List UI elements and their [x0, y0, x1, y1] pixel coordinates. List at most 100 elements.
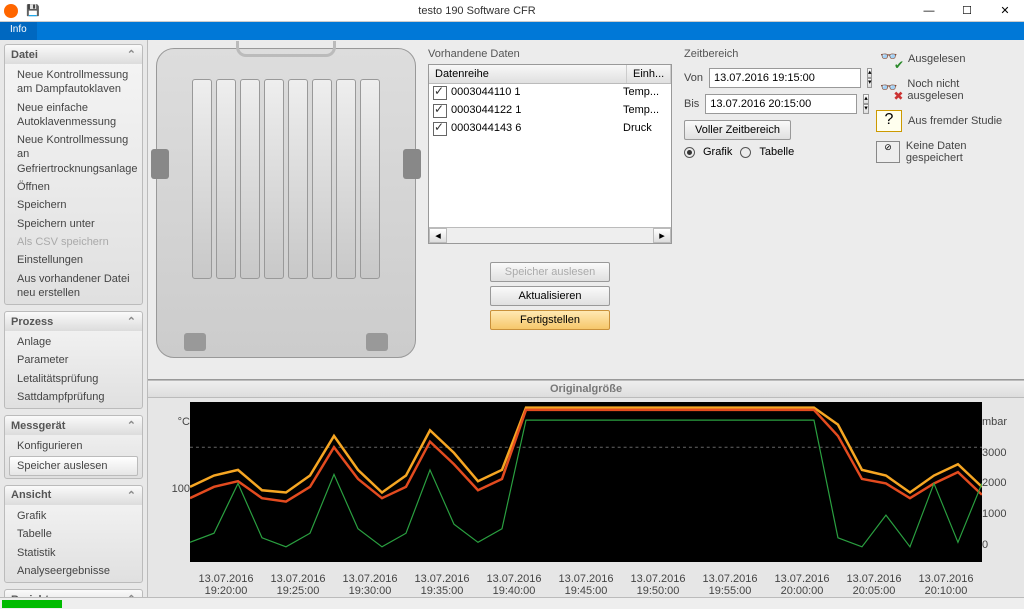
sidebar-item[interactable]: Tabelle — [5, 525, 142, 543]
sidebar-item[interactable]: Speichern unter — [5, 215, 142, 233]
glasses-check-icon: 👓✔ — [876, 48, 902, 70]
cell: Druck — [623, 122, 667, 136]
sidebar-item[interactable]: Analyseergebnisse — [5, 562, 142, 580]
axis-unit: °C — [178, 416, 190, 428]
sidebar-item[interactable]: Neue einfache Autoklavenmessung — [5, 99, 142, 132]
x-tick: 13.07.201619:45:00 — [558, 573, 613, 597]
status-legend: 👓✔ Ausgelesen 👓✖ Noch nicht ausgelesen ?… — [876, 48, 1016, 371]
x-tick: 13.07.201619:20:00 — [198, 573, 253, 597]
tab-info[interactable]: Info — [0, 22, 37, 40]
close-button[interactable]: ✕ — [986, 0, 1024, 22]
from-label: Von — [684, 72, 703, 84]
x-tick: 13.07.201619:25:00 — [270, 573, 325, 597]
to-label: Bis — [684, 98, 699, 110]
sidebar-item[interactable]: Letalitätsprüfung — [5, 370, 142, 388]
sidebar-item[interactable]: Statistik — [5, 544, 142, 562]
checkbox-icon[interactable] — [433, 122, 447, 136]
axis-tick: 3000 — [982, 447, 1006, 459]
finish-button[interactable]: Fertigstellen — [490, 310, 610, 330]
legend-text: Keine Daten gespeichert — [906, 140, 1016, 164]
table-row[interactable]: 0003044110 1 Temp... — [429, 84, 671, 102]
panel-title: Datei — [11, 49, 38, 61]
cell: Temp... — [623, 86, 667, 100]
to-datetime-input[interactable] — [705, 94, 857, 114]
checkbox-icon[interactable] — [433, 104, 447, 118]
chevron-up-icon: ⌃ — [127, 315, 136, 328]
line-chart[interactable] — [190, 402, 982, 562]
maximize-button[interactable]: ☐ — [948, 0, 986, 22]
axis-unit: mbar — [982, 416, 1007, 428]
progress-bar — [2, 600, 62, 608]
panel-title: Ansicht — [11, 489, 51, 501]
x-axis: 13.07.201619:20:00 13.07.201619:25:00 13.0… — [148, 571, 1024, 597]
panel-header-bericht[interactable]: Bericht ⌃ — [5, 590, 142, 597]
sidebar-item[interactable]: Sattdampfprüfung — [5, 388, 142, 406]
horizontal-scrollbar[interactable]: ◂ ▸ — [429, 227, 671, 243]
panel-prozess: Prozess ⌃ Anlage Parameter Letalitätsprü… — [4, 311, 143, 409]
panel-datei: Datei ⌃ Neue Kontrollmessung am Dampfaut… — [4, 44, 143, 305]
save-icon[interactable]: 💾 — [26, 4, 40, 18]
axis-tick: 100 — [172, 483, 190, 495]
x-tick: 13.07.201620:00:00 — [774, 573, 829, 597]
sidebar-item[interactable]: Parameter — [5, 351, 142, 369]
read-memory-button: Speicher auslesen — [490, 262, 610, 282]
panel-header-messgeraet[interactable]: Messgerät ⌃ — [5, 416, 142, 435]
sidebar-item[interactable]: Einstellungen — [5, 251, 142, 269]
sidebar-item-speicher-auslesen[interactable]: Speicher auslesen — [9, 456, 138, 476]
x-tick: 13.07.201620:10:00 — [918, 573, 973, 597]
refresh-button[interactable]: Aktualisieren — [490, 286, 610, 306]
x-tick: 13.07.201619:30:00 — [342, 573, 397, 597]
panel-header-ansicht[interactable]: Ansicht ⌃ — [5, 486, 142, 505]
axis-tick: 2000 — [982, 477, 1006, 489]
sidebar-item[interactable]: Neue Kontrollmessung an Gefriertrocknung… — [5, 131, 142, 178]
sidebar-item[interactable]: Neue Kontrollmessung am Dampfautoklaven — [5, 66, 142, 99]
sidebar-item[interactable]: Aus vorhandener Datei neu erstellen — [5, 270, 142, 303]
available-data-header: Vorhandene Daten — [428, 48, 672, 60]
column-header-datenreihe[interactable]: Datenreihe — [429, 65, 627, 83]
window-title: testo 190 Software CFR — [44, 5, 910, 17]
sidebar-item[interactable]: Grafik — [5, 507, 142, 525]
x-tick: 13.07.201619:50:00 — [630, 573, 685, 597]
sidebar-item[interactable]: Konfigurieren — [5, 437, 142, 455]
chevron-up-icon: ⌃ — [127, 48, 136, 61]
scroll-left-icon[interactable]: ◂ — [429, 228, 447, 243]
y-axis-right: mbar 3000 2000 1000 0 — [982, 402, 1016, 571]
from-spinner[interactable]: ▴▾ — [867, 68, 873, 88]
panel-bericht: Bericht ⌃ Inhalt Parameter anpassen Satt… — [4, 589, 143, 597]
radio-grafik-label: Grafik — [703, 146, 732, 158]
x-tick: 13.07.201619:55:00 — [702, 573, 757, 597]
legend-text: Ausgelesen — [908, 53, 966, 65]
checkbox-icon[interactable] — [433, 86, 447, 100]
sidebar-item: Als CSV speichern — [5, 233, 142, 251]
panel-title: Messgerät — [11, 420, 65, 432]
sidebar-item[interactable]: Speichern — [5, 196, 142, 214]
panel-messgeraet: Messgerät ⌃ Konfigurieren Speicher ausle… — [4, 415, 143, 479]
sidebar-item[interactable]: Öffnen — [5, 178, 142, 196]
panel-title: Bericht — [11, 594, 49, 597]
scroll-right-icon[interactable]: ▸ — [653, 228, 671, 243]
column-header-einheit[interactable]: Einh... — [627, 65, 671, 83]
minimize-button[interactable]: — — [910, 0, 948, 22]
panel-header-prozess[interactable]: Prozess ⌃ — [5, 312, 142, 331]
ribbon-bar: Info — [0, 22, 1024, 40]
data-series-table: Datenreihe Einh... 0003044110 1 Temp... … — [428, 64, 672, 244]
glasses-cross-icon: 👓✖ — [876, 79, 901, 101]
table-row[interactable]: 0003044143 6 Druck — [429, 120, 671, 138]
y-axis-left: °C 100 — [156, 402, 190, 571]
from-datetime-input[interactable] — [709, 68, 861, 88]
radio-tabelle[interactable] — [740, 147, 751, 158]
cell: 0003044122 1 — [451, 104, 623, 118]
full-range-button[interactable]: Voller Zeitbereich — [684, 120, 791, 140]
sidebar: Datei ⌃ Neue Kontrollmessung am Dampfaut… — [0, 40, 148, 597]
legend-text: Noch nicht ausgelesen — [907, 78, 1016, 102]
panel-header-datei[interactable]: Datei ⌃ — [5, 45, 142, 64]
panel-ansicht: Ansicht ⌃ Grafik Tabelle Statistik Analy… — [4, 485, 143, 583]
to-spinner[interactable]: ▴▾ — [863, 94, 869, 114]
status-bar — [0, 597, 1024, 609]
cell: 0003044143 6 — [451, 122, 623, 136]
table-row[interactable]: 0003044122 1 Temp... — [429, 102, 671, 120]
radio-grafik[interactable] — [684, 147, 695, 158]
panel-title: Prozess — [11, 316, 53, 328]
sidebar-item[interactable]: Anlage — [5, 333, 142, 351]
app-logo-icon — [4, 4, 18, 18]
